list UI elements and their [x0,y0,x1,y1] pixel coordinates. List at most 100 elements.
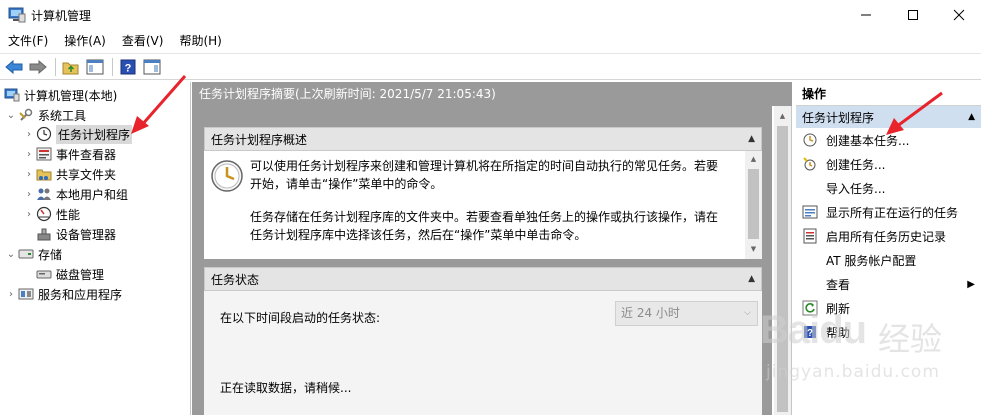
action-create-task[interactable]: 创建任务... [796,152,981,176]
menu-view[interactable]: 查看(V) [114,30,172,52]
actions-header: 操作 [796,82,981,106]
chevron-down-icon[interactable]: ⌵ [744,302,751,325]
action-import-task[interactable]: 导入任务... [796,176,981,200]
tree-item-root[interactable]: 计算机管理(本地) [4,85,117,105]
status-content: 在以下时间段启动的任务状态: 近 24 小时 ⌵ 正在读取数据，请稍候... [204,291,762,415]
disk-icon [36,266,52,282]
tree-item-task-scheduler[interactable]: › 任务计划程序 [22,124,133,144]
action-label: 启用所有任务历史记录 [826,229,947,244]
maximize-button[interactable] [890,0,936,30]
collapse-icon[interactable]: ▲ [748,134,755,144]
show-hide-action-pane-button[interactable] [141,56,163,78]
forward-button[interactable] [27,56,49,78]
tree-item-disk-management[interactable]: 磁盘管理 [36,264,104,284]
scroll-up-icon[interactable]: ▲ [777,112,788,120]
chevron-right-icon[interactable]: › [22,209,36,220]
up-folder-button[interactable] [60,56,82,78]
help-button[interactable]: ? [117,56,139,78]
chevron-right-icon[interactable]: › [22,189,36,200]
action-label: 帮助 [826,325,851,340]
menu-action[interactable]: 操作(A) [56,30,114,52]
users-icon [36,186,52,202]
toolbar-separator [55,57,56,76]
clock-icon [36,126,52,142]
action-help[interactable]: ? 帮助 [796,320,981,344]
summary-body: 任务计划程序概述 ▲ 可以使用任务计划程序来创建和管理计算机将在所指定的时间自动… [192,106,772,415]
overview-section: 任务计划程序概述 ▲ 可以使用任务计划程序来创建和管理计算机将在所指定的时间自动… [204,127,762,259]
help-icon: ? [802,324,818,340]
device-manager-icon [36,226,52,242]
action-view[interactable]: 查看 ▶ [796,272,981,296]
tree-label: 事件查看器 [56,147,117,162]
event-viewer-icon [36,146,52,162]
tree-label: 系统工具 [38,108,87,123]
minimize-button[interactable] [843,0,889,30]
action-label: 显示所有正在运行的任务 [826,205,959,220]
collapse-icon[interactable]: ▲ [968,112,975,122]
tree-item-event-viewer[interactable]: › 事件查看器 [22,144,116,164]
svg-text:?: ? [125,62,132,74]
action-show-running-tasks[interactable]: 显示所有正在运行的任务 [796,200,981,224]
tree-item-performance[interactable]: › 性能 [22,204,80,224]
tree-item-shared-folders[interactable]: › 共享文件夹 [22,164,116,184]
storage-icon [18,246,34,262]
close-button[interactable] [936,0,981,30]
back-button[interactable] [3,56,25,78]
tree-item-device-manager[interactable]: 设备管理器 [36,224,116,244]
overview-scrollbar[interactable]: ▲ ▼ [745,151,762,259]
tree-item-storage[interactable]: ⌄ 存储 [4,244,62,264]
tree-label: 共享文件夹 [56,167,117,182]
view-icon [802,276,818,292]
scrollbar-thumb[interactable] [748,169,759,239]
tree-label: 计算机管理(本地) [24,88,118,103]
tree-label: 存储 [38,247,63,262]
action-label: 刷新 [826,301,851,316]
history-icon [802,228,818,244]
tree-label: 设备管理器 [56,227,117,242]
chevron-right-icon[interactable]: › [22,169,36,180]
actions-section-task-scheduler[interactable]: 任务计划程序 ▲ [796,106,981,128]
action-enable-history[interactable]: 启用所有任务历史记录 [796,224,981,248]
window-title: 计算机管理 [31,9,92,23]
collapse-icon[interactable]: ▲ [748,274,755,284]
refresh-icon [802,300,818,316]
menu-help[interactable]: 帮助(H) [171,30,229,52]
tree-item-system-tools[interactable]: ⌄ 系统工具 [4,105,86,125]
action-create-basic-task[interactable]: 创建基本任务... [796,128,981,152]
tree-label: 本地用户和组 [56,187,129,202]
scroll-up-icon[interactable]: ▲ [748,155,759,165]
computer-management-icon [4,87,20,103]
action-refresh[interactable]: 刷新 [796,296,981,320]
action-label: 创建任务... [826,157,886,172]
tree-item-local-users[interactable]: › 本地用户和组 [22,184,128,204]
actions-pane: 操作 任务计划程序 ▲ 创建基本任务... 创建任务... 导入任务... 显示… [796,82,981,415]
chevron-right-icon[interactable]: › [22,129,36,140]
svg-text:?: ? [807,328,813,339]
scrollbar-thumb[interactable] [777,126,788,412]
import-icon [802,180,818,196]
loading-text: 正在读取数据，请稍候... [220,381,352,395]
overview-section-header[interactable]: 任务计划程序概述 ▲ [204,127,762,151]
action-at-service-config[interactable]: AT 服务帐户配置 [796,248,981,272]
tree-item-services-apps[interactable]: › 服务和应用程序 [4,284,122,304]
action-label: AT 服务帐户配置 [826,253,917,268]
time-range-select[interactable]: 近 24 小时 ⌵ [615,301,758,326]
shared-folder-icon [36,166,52,182]
menu-file[interactable]: 文件(F) [0,30,56,52]
section-title: 任务计划程序概述 [211,132,308,147]
chevron-right-icon[interactable]: › [22,149,36,160]
chevron-right-icon[interactable]: › [4,289,18,300]
navigation-tree: 计算机管理(本地) ⌄ 系统工具 › 任务计划程序 › 事件查看器 › 共享文件… [0,82,191,415]
chevron-down-icon[interactable]: ⌄ [4,249,18,260]
toolbar-separator [112,57,113,76]
show-hide-tree-button[interactable] [84,56,106,78]
chevron-down-icon[interactable]: ⌄ [4,110,18,121]
tree-label: 服务和应用程序 [38,287,123,302]
running-tasks-icon [802,204,818,220]
scroll-down-icon[interactable]: ▼ [748,245,759,255]
summary-scrollbar[interactable]: ▲ [774,106,791,415]
overview-paragraph-1: 可以使用任务计划程序来创建和管理计算机将在所指定的时间自动执行的常见任务。若要开… [250,159,719,191]
status-section-header[interactable]: 任务状态 ▲ [204,267,762,291]
clock-icon [210,159,244,193]
performance-icon [36,206,52,222]
